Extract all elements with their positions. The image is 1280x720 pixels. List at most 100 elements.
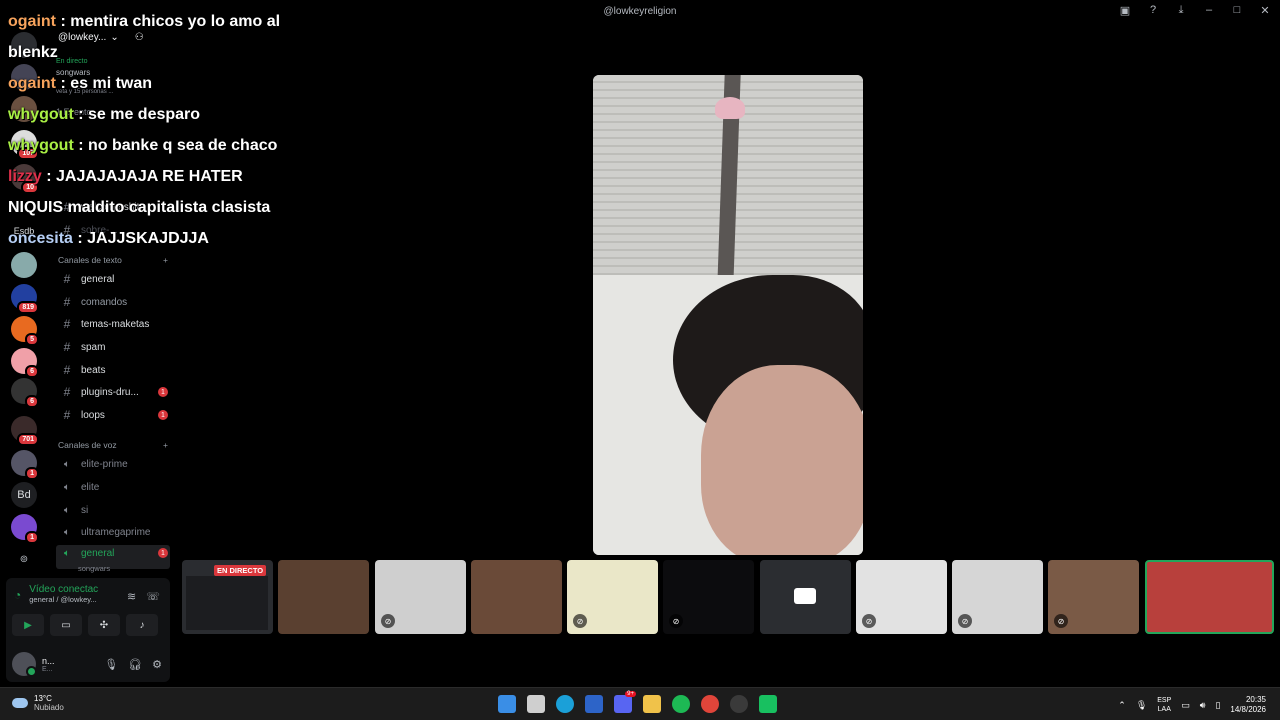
participant-tile-camera-off[interactable]	[760, 560, 851, 634]
camera-button[interactable]: ▶	[12, 614, 44, 636]
mail-icon[interactable]	[585, 695, 603, 713]
edge-icon[interactable]	[556, 695, 574, 713]
chat-message: lizzy : JAJAJAJAJA RE HATER	[8, 161, 308, 192]
battery-icon[interactable]: ▯	[1215, 700, 1220, 711]
weather-temp: 13°C	[34, 694, 52, 703]
voice-channels-header[interactable]: Canales de voz +	[58, 440, 168, 450]
channel-temas-maketas[interactable]: # temas-maketas	[56, 314, 170, 334]
inbox-icon[interactable]: ▣	[1118, 3, 1132, 17]
more-servers-icon[interactable]: ⊚	[11, 546, 37, 572]
window-title: @lowkeyreligion	[603, 6, 676, 568]
voice-ultramegaprime[interactable]: 🔈︎ ultramegaprime	[56, 522, 170, 542]
task-view-icon[interactable]	[527, 695, 545, 713]
server-badge: 701	[17, 433, 39, 446]
server-icon[interactable]: 1	[11, 450, 39, 480]
headphones-icon[interactable]: 🎧︎	[128, 658, 142, 671]
discord-icon[interactable]: 9+	[614, 691, 636, 713]
microphone-icon[interactable]: 🎙︎	[1136, 700, 1147, 711]
server-icon[interactable]: 1	[11, 514, 39, 544]
channel-label: beats	[81, 364, 106, 376]
help-icon[interactable]: ?	[1146, 3, 1160, 17]
channel-general[interactable]: # general	[56, 269, 170, 289]
maximize-button[interactable]: □	[1230, 3, 1244, 17]
voice-elite-prime[interactable]: 🔈︎ elite-prime	[56, 454, 170, 474]
server-icon[interactable]: 5	[11, 316, 39, 346]
voice-elite[interactable]: 🔈︎ elite	[56, 477, 170, 497]
discord-badge: 9+	[625, 691, 636, 697]
participant-tile[interactable]: ⊘	[856, 560, 947, 634]
video-subject	[701, 365, 863, 555]
disconnect-icon[interactable]: ☏	[146, 590, 160, 603]
chat-username: lizzy	[8, 168, 42, 185]
server-icon[interactable]	[11, 252, 37, 278]
participant-tile-stream[interactable]: EN DIRECTO	[182, 560, 273, 634]
spotify-icon[interactable]	[672, 695, 690, 713]
minimize-button[interactable]: –	[1202, 3, 1216, 17]
voice-status[interactable]: ◔ Vídeo conectac general / @lowkey...	[14, 584, 98, 604]
server-badge: 6	[25, 365, 39, 378]
participant-tile-speaking[interactable]	[1145, 560, 1274, 634]
server-label: Bd	[17, 489, 31, 501]
server-icon[interactable]: 701	[11, 416, 39, 446]
channel-label: spam	[81, 341, 106, 353]
noise-suppression-icon[interactable]: ≋	[127, 590, 136, 603]
clock[interactable]: 20:35 14/8/2026	[1230, 695, 1266, 715]
weather-widget[interactable]: 13°C Nubiado	[12, 694, 64, 712]
user-status: E...	[42, 665, 53, 673]
chat-message: blenkz	[8, 37, 308, 68]
activities-button[interactable]: ✣	[88, 614, 120, 636]
obs-icon[interactable]	[730, 695, 748, 713]
chrome-icon[interactable]	[701, 695, 719, 713]
channel-label: comandos	[81, 296, 128, 308]
voice-general-active[interactable]: 🔈︎ general 1	[56, 545, 170, 569]
participant-tile[interactable]: ⊘	[375, 560, 466, 634]
hash-icon: #	[63, 363, 71, 377]
close-button[interactable]: ✕	[1258, 3, 1272, 17]
add-channel-icon[interactable]: +	[163, 440, 168, 450]
soundboard-button[interactable]: ♪	[126, 614, 158, 636]
participant-tile[interactable]: ⊘	[1048, 560, 1139, 634]
text-channels-header[interactable]: Canales de texto +	[58, 255, 168, 265]
start-icon[interactable]	[498, 695, 516, 713]
chat-text: : JAJAJAJAJA RE HATER	[41, 168, 243, 185]
channel-spam[interactable]: # spam	[56, 337, 170, 357]
download-icon[interactable]: ⤓	[1174, 3, 1188, 17]
cloud-icon	[12, 698, 28, 708]
unread-badge: 1	[158, 387, 168, 397]
language-indicator[interactable]: ESP LAA	[1157, 696, 1171, 714]
file-explorer-icon[interactable]	[643, 695, 661, 713]
channel-plugins[interactable]: # plugins-dru... 1	[56, 382, 170, 402]
server-icon[interactable]: 819	[11, 284, 39, 314]
chevron-up-icon[interactable]: ⌃	[1118, 700, 1126, 711]
participant-tile[interactable]: ⊘	[952, 560, 1043, 634]
volume-icon[interactable]: 🔊︎	[1200, 700, 1206, 711]
kick-icon[interactable]	[759, 695, 777, 713]
participant-tile[interactable]	[278, 560, 369, 634]
share-screen-button[interactable]: ▭	[50, 614, 82, 636]
user-info[interactable]: n... E...	[12, 652, 55, 677]
chat-text: blenkz	[8, 44, 58, 61]
chat-overlay: ogaint : mentira chicos yo lo amo al blen…	[8, 6, 308, 254]
server-badge: 1	[25, 467, 39, 480]
voice-activity: songwars	[78, 564, 111, 573]
microphone-icon[interactable]: 🎙︎	[104, 658, 118, 671]
channel-beats[interactable]: # beats	[56, 360, 170, 380]
add-channel-icon[interactable]: +	[163, 255, 168, 265]
monitor-icon[interactable]: ▭	[1181, 700, 1190, 711]
muted-icon: ⊘	[573, 614, 587, 628]
channel-loops[interactable]: # loops 1	[56, 405, 170, 425]
participant-tile[interactable]: ⊘	[663, 560, 754, 634]
channel-label: general	[81, 273, 115, 285]
participant-tile[interactable]	[471, 560, 562, 634]
chat-text: NIQUIS maldito capitalista clasista	[8, 199, 271, 216]
channel-comandos[interactable]: # comandos	[56, 292, 170, 312]
voice-si[interactable]: 🔈︎ si	[56, 500, 170, 520]
chat-message: NIQUIS maldito capitalista clasista	[8, 192, 308, 223]
server-icon[interactable]: 6	[11, 378, 39, 408]
muted-icon: ⊘	[958, 614, 972, 628]
gear-icon[interactable]: ⚙	[152, 658, 162, 671]
server-icon[interactable]: 6	[11, 348, 39, 378]
participant-tile[interactable]: ⊘	[567, 560, 658, 634]
focused-video[interactable]	[593, 75, 863, 555]
server-bd[interactable]: Bd	[11, 482, 37, 508]
